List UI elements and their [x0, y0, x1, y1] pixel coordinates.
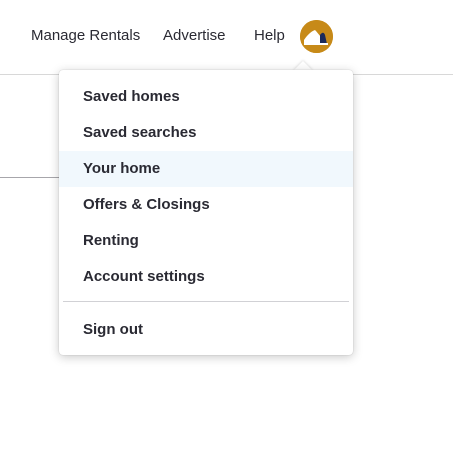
page: Manage Rentals Advertise Help Saved home…	[0, 0, 453, 456]
nav-link-help[interactable]: Help	[254, 26, 285, 46]
account-dropdown-menu: Saved homes Saved searches Your home Off…	[59, 70, 353, 355]
user-avatar-button[interactable]	[300, 20, 333, 53]
menu-item-account-settings[interactable]: Account settings	[59, 259, 353, 295]
nav-link-manage-rentals[interactable]: Manage Rentals	[31, 26, 140, 46]
menu-item-your-home[interactable]: Your home	[59, 151, 353, 187]
menu-separator	[63, 301, 349, 302]
nav-link-advertise[interactable]: Advertise	[163, 26, 226, 46]
content-divider-line	[0, 177, 60, 178]
user-avatar-icon	[300, 20, 333, 53]
top-navigation-bar: Manage Rentals Advertise Help	[0, 0, 453, 75]
menu-item-sign-out[interactable]: Sign out	[59, 312, 353, 348]
menu-item-saved-homes[interactable]: Saved homes	[59, 79, 353, 115]
menu-item-saved-searches[interactable]: Saved searches	[59, 115, 353, 151]
menu-item-renting[interactable]: Renting	[59, 223, 353, 259]
menu-item-offers-closings[interactable]: Offers & Closings	[59, 187, 353, 223]
